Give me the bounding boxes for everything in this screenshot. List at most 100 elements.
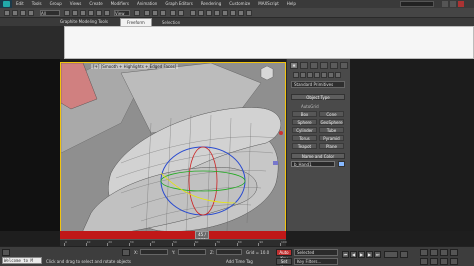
select-by-name-icon[interactable] [72,10,78,16]
maximize-viewport-icon[interactable] [450,258,458,265]
next-frame-icon[interactable]: ▶ [366,251,373,258]
lights-icon[interactable] [307,72,313,78]
zoom-all-icon[interactable] [430,249,438,256]
orbit-icon[interactable] [440,258,448,265]
display-tab-icon[interactable] [330,62,338,69]
key-set-dropdown[interactable]: Selected [294,249,338,256]
rotate-icon[interactable] [96,10,102,16]
systems-icon[interactable] [335,72,341,78]
time-slider-track[interactable]: 45 / 100 [60,231,286,243]
align-icon[interactable] [178,10,184,16]
viewport-label[interactable]: [+] [Smooth + Highlights + Edged Faces] [91,64,179,69]
menu-item-group[interactable]: Group [46,0,66,8]
field-of-view-icon[interactable] [420,258,428,265]
cylinder-button[interactable]: Cylinder [292,127,317,133]
trackbar[interactable]: 0 10 20 30 40 50 60 70 80 90 100 [60,239,287,246]
selection-filter-dropdown[interactable]: All [40,10,60,16]
shapes-icon[interactable] [300,72,306,78]
previous-frame-icon[interactable]: ◀ [350,251,357,258]
ribbon-title[interactable]: Graphite Modeling Tools [60,19,108,24]
undo-icon[interactable] [4,10,10,16]
y-coord-field[interactable] [178,249,206,255]
region-select-icon[interactable] [80,10,86,16]
z-coord-field[interactable] [216,249,242,255]
play-icon[interactable]: ▶ [358,251,365,258]
current-frame-field[interactable] [384,251,398,258]
cameras-icon[interactable] [314,72,320,78]
menu-item-tools[interactable]: Tools [28,0,46,8]
time-slider[interactable]: 45 / 100 [195,231,209,243]
maxscript-listener[interactable]: Welcome to M [2,257,42,264]
zoom-extents-icon[interactable] [440,249,448,256]
create-tab-icon[interactable]: ✱ [290,62,298,69]
scale-icon[interactable] [104,10,110,16]
tube-button[interactable]: Tube [319,127,344,133]
x-coord-field[interactable] [140,249,168,255]
help-search-input[interactable] [400,1,434,7]
menu-item-help[interactable]: Help [283,0,300,8]
motion-tab-icon[interactable] [320,62,328,69]
select-object-icon[interactable] [64,10,70,16]
box-button[interactable]: Box [292,111,317,117]
pivot-icon[interactable] [134,10,140,16]
angle-snap-icon[interactable] [152,10,158,16]
snap-icon[interactable] [144,10,150,16]
graphite-icon[interactable] [198,10,204,16]
zoom-icon[interactable] [420,249,428,256]
time-config-icon[interactable] [400,251,408,258]
percent-snap-icon[interactable] [160,10,166,16]
menu-item-rendering[interactable]: Rendering [197,0,225,8]
go-to-end-icon[interactable]: ⏭ [374,251,381,258]
add-time-tag-button[interactable]: Add Time Tag [226,259,253,264]
spacewarps-icon[interactable] [328,72,334,78]
minimize-icon[interactable] [442,1,448,7]
schematic-icon[interactable] [214,10,220,16]
helpers-icon[interactable] [321,72,327,78]
render-icon[interactable] [246,10,252,16]
render-setup-icon[interactable] [230,10,236,16]
teapot-button[interactable]: Teapot [292,143,317,149]
zoom-extents-all-icon[interactable] [450,249,458,256]
object-name-field[interactable]: b_Hand1 [291,161,335,167]
cone-button[interactable]: Cone [319,111,344,117]
redo-icon[interactable] [12,10,18,16]
utilities-tab-icon[interactable] [340,62,348,69]
render-frame-icon[interactable] [238,10,244,16]
link-icon[interactable] [20,10,26,16]
plane-button[interactable]: Plane [319,143,344,149]
sphere-button[interactable]: Sphere [292,119,317,125]
maximize-icon[interactable] [450,1,456,7]
menu-item-animation[interactable]: Animation [133,0,161,8]
material-editor-icon[interactable] [222,10,228,16]
menu-item-modifiers[interactable]: Modifiers [107,0,133,8]
curve-editor-icon[interactable] [206,10,212,16]
pan-icon[interactable] [430,258,438,265]
geometry-icon[interactable] [293,72,299,78]
category-dropdown[interactable]: Standard Primitives [291,81,345,88]
perspective-viewport[interactable]: [+] [Smooth + Highlights + Edged Faces] [60,62,286,234]
geosphere-button[interactable]: GeoSphere [319,119,344,125]
name-color-rollout[interactable]: Name and Color [291,153,345,159]
pyramid-button[interactable]: Pyramid [319,135,344,141]
menu-item-customize[interactable]: Customize [225,0,254,8]
menu-item-maxscript[interactable]: MAXScript [254,0,283,8]
menu-item-views[interactable]: Views [66,0,86,8]
layer-icon[interactable] [190,10,196,16]
app-logo-icon[interactable] [0,0,12,8]
modify-tab-icon[interactable] [300,62,308,69]
menu-item-create[interactable]: Create [85,0,106,8]
tab-selection[interactable]: Selection [156,19,186,26]
tab-freeform[interactable]: Freeform [120,18,152,26]
autogrid-checkbox[interactable]: AutoGrid [301,104,319,109]
torus-button[interactable]: Torus [292,135,317,141]
go-to-start-icon[interactable]: ⏮ [342,251,349,258]
auto-key-button[interactable]: Auto Key [276,249,292,261]
mini-listener-icon[interactable] [2,249,10,256]
lock-selection-icon[interactable] [122,249,130,256]
hierarchy-tab-icon[interactable] [310,62,318,69]
move-icon[interactable] [88,10,94,16]
mirror-icon[interactable] [170,10,176,16]
object-type-rollout[interactable]: Object Type [291,94,345,100]
object-color-swatch[interactable] [338,161,345,167]
key-filters-button[interactable]: Key Filters... [294,258,338,265]
